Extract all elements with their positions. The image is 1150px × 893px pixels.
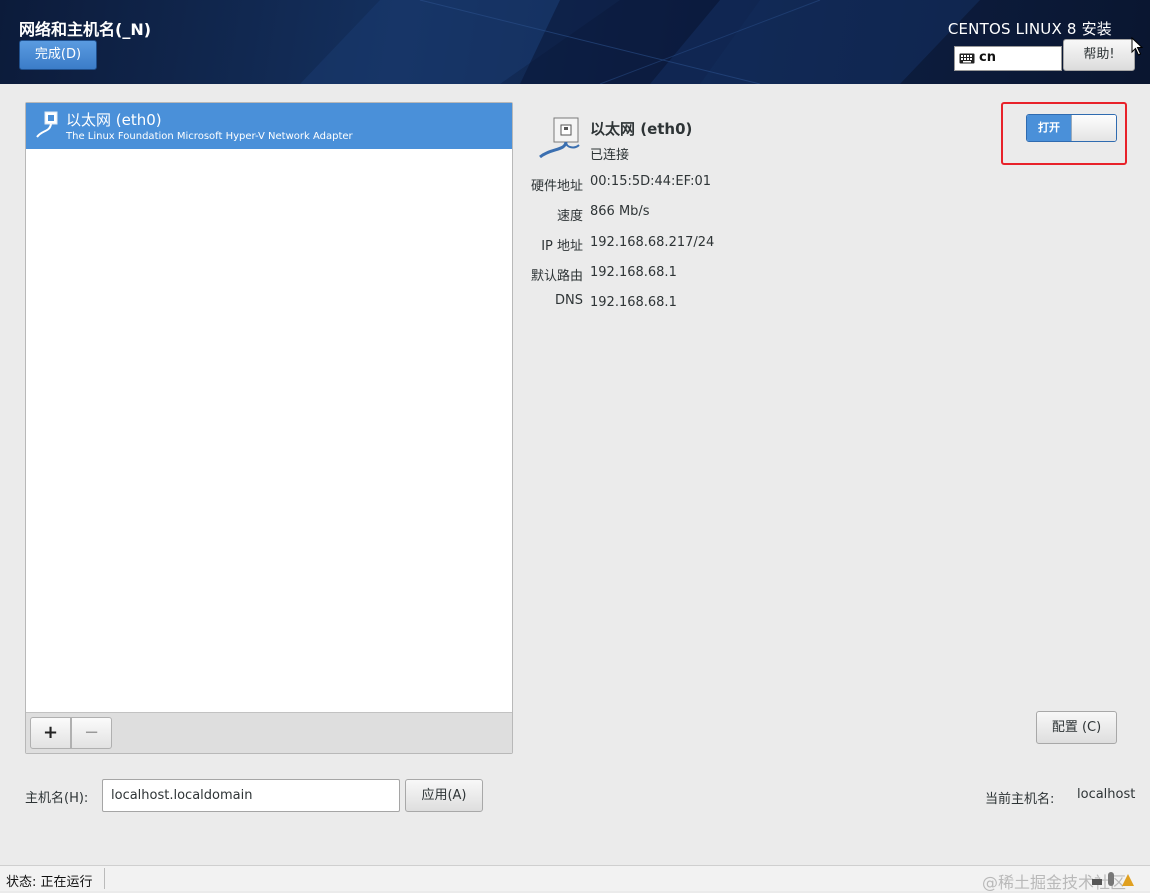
hardware-address-value: 00:15:5D:44:EF:01 — [590, 174, 712, 189]
installer-header: 网络和主机名(_N) 完成(D) CENTOS LINUX 8 安装 cn 帮助… — [0, 0, 1150, 84]
done-button[interactable]: 完成(D) — [19, 40, 97, 70]
ip-address-value: 192.168.68.217/24 — [590, 235, 715, 250]
configure-button[interactable]: 配置 (C) — [1036, 711, 1117, 744]
warning-tray-icon — [1122, 874, 1134, 886]
ethernet-device-icon — [539, 117, 580, 159]
connection-status: 已连接 — [590, 148, 630, 163]
network-device-list: 以太网 (eth0) The Linux Foundation Microsof… — [25, 102, 513, 754]
device-list-toolbar: + − — [26, 712, 512, 753]
remove-device-button[interactable]: − — [71, 717, 112, 749]
switch-on-label: 打开 — [1027, 115, 1071, 141]
device-name: 以太网 (eth0) — [66, 111, 162, 129]
ethernet-icon — [36, 111, 58, 138]
mouse-tray-icon — [1108, 872, 1114, 886]
switch-knob — [1071, 115, 1116, 141]
device-detail-name: 以太网 (eth0) — [590, 120, 693, 138]
distro-title: CENTOS LINUX 8 安装 — [947, 20, 1112, 38]
status-text: 状态: 正在运行 — [6, 875, 93, 890]
apply-hostname-button[interactable]: 应用(A) — [405, 779, 483, 812]
speed-label: 速度 — [556, 209, 583, 224]
dns-value: 192.168.68.1 — [590, 295, 677, 310]
system-tray-icons — [1092, 872, 1134, 886]
current-hostname-value: localhost — [1077, 787, 1136, 802]
network-tray-icon — [1092, 879, 1102, 885]
device-item-eth0[interactable]: 以太网 (eth0) The Linux Foundation Microsof… — [26, 103, 512, 149]
dns-label: DNS — [555, 293, 583, 308]
header-decoration — [300, 0, 980, 84]
keyboard-layout-label: cn — [979, 50, 996, 65]
keyboard-icon — [959, 53, 975, 64]
keyboard-layout-indicator[interactable]: cn — [954, 46, 1062, 71]
hostname-label: 主机名(H): — [25, 791, 89, 806]
hostname-input[interactable] — [102, 779, 400, 812]
add-device-button[interactable]: + — [30, 717, 71, 749]
status-bar: 状态: 正在运行 @稀土掘金技术社区 — [0, 865, 1150, 892]
device-description: The Linux Foundation Microsoft Hyper-V N… — [66, 131, 353, 142]
status-separator — [104, 868, 105, 889]
mouse-cursor-icon — [1131, 37, 1144, 56]
default-route-label: 默认路由 — [530, 269, 583, 284]
page-title: 网络和主机名(_N) — [19, 20, 152, 39]
default-route-value: 192.168.68.1 — [590, 265, 677, 280]
hardware-address-label: 硬件地址 — [530, 179, 583, 194]
current-hostname-label: 当前主机名: — [985, 792, 1055, 807]
speed-value: 866 Mb/s — [590, 204, 650, 219]
connection-toggle-switch[interactable]: 打开 — [1026, 114, 1117, 142]
ip-address-label: IP 地址 — [541, 239, 583, 254]
help-button[interactable]: 帮助! — [1063, 39, 1135, 71]
